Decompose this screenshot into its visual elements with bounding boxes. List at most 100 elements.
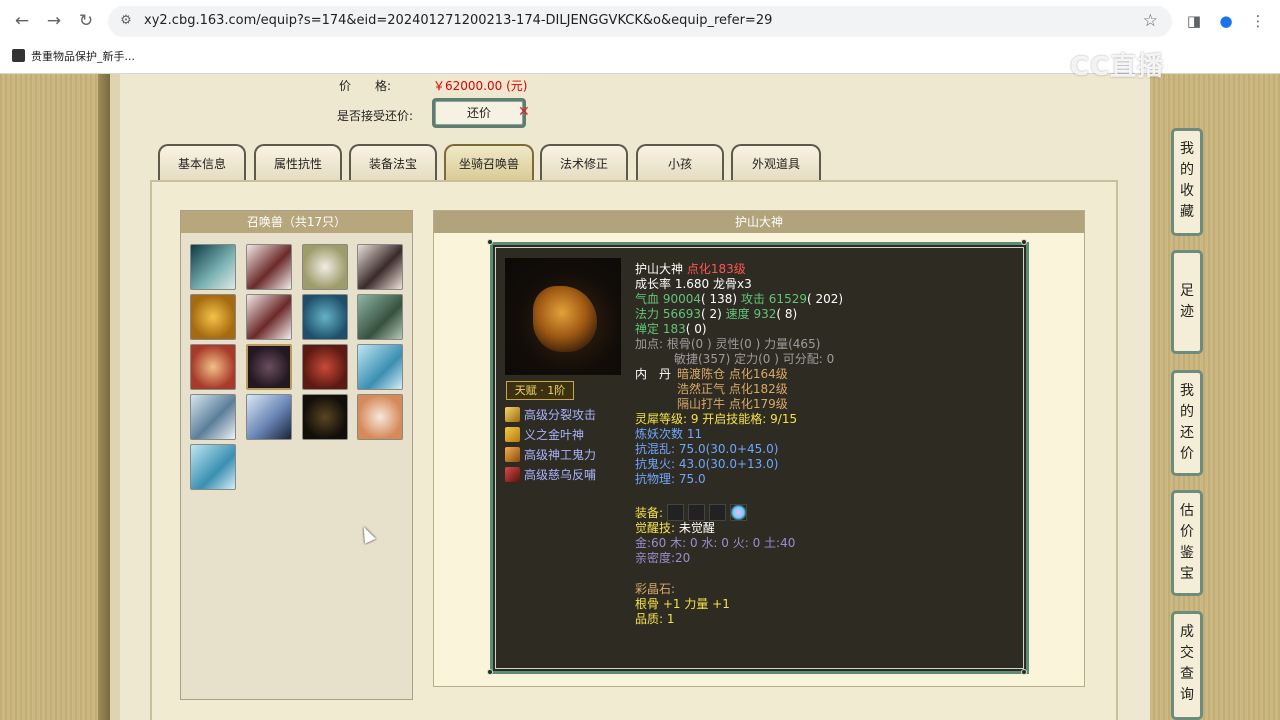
awaken-value: 未觉醒 xyxy=(678,521,715,535)
left-decor xyxy=(0,74,110,720)
skill-1-icon xyxy=(505,407,520,422)
pet-thumb-6[interactable] xyxy=(246,294,292,340)
calm-extra: ( 0) xyxy=(685,322,707,336)
side-button-label: 我的还价 xyxy=(1180,383,1194,462)
profile-icon[interactable]: ● xyxy=(1216,11,1236,31)
pet-thumb-7[interactable] xyxy=(302,294,348,340)
lianyao-count: 炼妖次数 11 xyxy=(635,427,703,441)
tab-label: 外观道具 xyxy=(751,157,800,171)
pet-portrait xyxy=(505,258,621,375)
equip-slot-1[interactable] xyxy=(667,504,685,521)
side-button-my-offers[interactable]: 我的还价 xyxy=(1171,370,1203,476)
awaken-label: 觉醒技: xyxy=(635,521,676,535)
resist-physical: 抗物理: 75.0 xyxy=(635,472,706,486)
lingxi-level: 灵犀等级: 9 开启技能格: 9/15 xyxy=(635,412,798,426)
skill-4[interactable]: 高级慈乌反哺 xyxy=(505,466,596,484)
spd-label: 速度 xyxy=(725,307,750,321)
pet-thumb-2[interactable] xyxy=(246,244,292,290)
resist-ghostfire: 抗鬼火: 43.0(30.0+13.0) xyxy=(635,457,779,471)
counter-offer-button[interactable]: 还价 xyxy=(432,98,526,128)
reload-icon[interactable]: ↻ xyxy=(76,11,96,31)
pet-thumb-8[interactable] xyxy=(357,294,403,340)
tab-label: 坐骑召唤兽 xyxy=(458,157,519,171)
menu-icon[interactable]: ⋮ xyxy=(1248,11,1268,31)
mp-extra: ( 2) xyxy=(701,307,722,321)
pet-thumb-13[interactable] xyxy=(190,394,236,440)
forward-icon[interactable]: → xyxy=(44,11,64,31)
corner-ornament xyxy=(1021,669,1027,675)
pet-thumb-1[interactable] xyxy=(190,244,236,290)
counter-offer-label: 是否接受还价: xyxy=(337,109,414,123)
pet-name: 护山大神 xyxy=(635,262,684,276)
points-row-1: 加点: 根骨(0 ) 灵性(0 ) 力量(465) xyxy=(635,337,821,351)
spd-extra: ( 8) xyxy=(776,307,798,321)
back-icon[interactable]: ← xyxy=(12,11,32,31)
pet-figure xyxy=(533,286,597,352)
tab-mount-summons[interactable]: 坐骑召唤兽 xyxy=(444,144,534,182)
equip-slot-2[interactable] xyxy=(688,504,706,521)
skill-4-icon xyxy=(505,467,520,482)
tab-equipment[interactable]: 装备法宝 xyxy=(349,144,437,182)
quality: 品质: 1 xyxy=(635,612,675,626)
side-button-favorites[interactable]: 我的收藏 xyxy=(1171,128,1203,236)
pet-thumb-5[interactable] xyxy=(190,294,236,340)
equip-slot-4[interactable] xyxy=(730,504,748,521)
bookmark-item[interactable]: 贵重物品保护_新手... xyxy=(12,48,135,64)
skill-3[interactable]: 高级神工鬼力 xyxy=(505,446,596,464)
pet-thumb-12[interactable] xyxy=(357,344,403,390)
equip-row: 装备: xyxy=(635,504,748,521)
skill-1-label: 高级分裂攻击 xyxy=(524,408,597,422)
pet-thumb-15[interactable] xyxy=(302,394,348,440)
skill-3-icon xyxy=(505,447,520,462)
price-label: 价 格: xyxy=(339,79,392,93)
hp-atk-row: 气血 90004( 138) 攻击 61529( 202) xyxy=(635,292,843,307)
pet-thumb-9[interactable] xyxy=(190,344,236,390)
pet-detail-title: 护山大神 xyxy=(434,211,1084,233)
address-bar[interactable]: ⚙ xy2.cbg.163.com/equip?s=174&eid=202401… xyxy=(108,6,1172,37)
pet-thumb-3[interactable] xyxy=(302,244,348,290)
url-text[interactable]: xy2.cbg.163.com/equip?s=174&eid=20240127… xyxy=(144,13,772,28)
site-info-icon[interactable]: ⚙ xyxy=(117,12,135,30)
tab-attributes[interactable]: 属性抗性 xyxy=(254,144,342,182)
tab-label: 小孩 xyxy=(667,157,692,171)
side-button-appraisal[interactable]: 估价鉴宝 xyxy=(1171,490,1203,596)
tab-child[interactable]: 小孩 xyxy=(636,144,724,182)
pet-thumb-10-selected[interactable] xyxy=(246,344,292,390)
price-value: ￥62000.00 (元) xyxy=(433,79,528,93)
neidan-3: 隔山打牛 点化179级 xyxy=(677,397,788,411)
pet-list-title: 召唤兽（共17只） xyxy=(181,211,412,233)
watermark-logo: CC直播 xyxy=(1070,52,1165,82)
calm-row: 禅定 183( 0) xyxy=(635,322,707,337)
atk-value: 61529 xyxy=(768,292,807,306)
pet-thumb-17[interactable] xyxy=(190,444,236,490)
close-icon[interactable]: ✕ xyxy=(518,104,530,120)
pet-thumb-4[interactable] xyxy=(357,244,403,290)
tab-label: 属性抗性 xyxy=(273,157,322,171)
tab-spell-mod[interactable]: 法术修正 xyxy=(540,144,628,182)
crystal-value: 根骨 +1 力量 +1 xyxy=(635,597,730,611)
tab-appearance[interactable]: 外观道具 xyxy=(731,144,821,182)
equip-label: 装备: xyxy=(635,506,664,520)
pet-thumb-14[interactable] xyxy=(246,394,292,440)
resist-chaos: 抗混乱: 75.0(30.0+45.0) xyxy=(635,442,779,456)
sidebar-icon[interactable]: ◨ xyxy=(1184,11,1204,31)
tab-basic-info[interactable]: 基本信息 xyxy=(158,144,246,182)
bookmark-favicon-icon xyxy=(12,49,25,62)
hp-value: 90004 xyxy=(662,292,702,306)
equip-slot-3[interactable] xyxy=(709,504,727,521)
tab-label: 基本信息 xyxy=(177,157,226,171)
pet-thumb-16[interactable] xyxy=(357,394,403,440)
neidan-1: 暗渡陈仓 点化164级 xyxy=(677,367,788,381)
element-row: 金:60 木: 0 水: 0 火: 0 土:40 xyxy=(635,536,796,550)
skill-2[interactable]: 义之金叶神 xyxy=(505,426,584,444)
pet-thumb-11[interactable] xyxy=(302,344,348,390)
atk-label: 攻击 xyxy=(740,292,765,306)
spd-value: 932 xyxy=(753,307,777,321)
side-button-footprint[interactable]: 足迹 xyxy=(1171,250,1203,354)
browser-toolbar: ← → ↻ ⚙ xy2.cbg.163.com/equip?s=174&eid=… xyxy=(0,0,1280,42)
skill-1[interactable]: 高级分裂攻击 xyxy=(505,406,596,424)
atk-extra: ( 202) xyxy=(806,292,844,306)
growth-rate: 成长率 1.680 龙骨x3 xyxy=(635,277,752,291)
side-button-deals[interactable]: 成交查询 xyxy=(1171,611,1203,720)
bookmark-star-icon[interactable]: ☆ xyxy=(1143,11,1158,31)
